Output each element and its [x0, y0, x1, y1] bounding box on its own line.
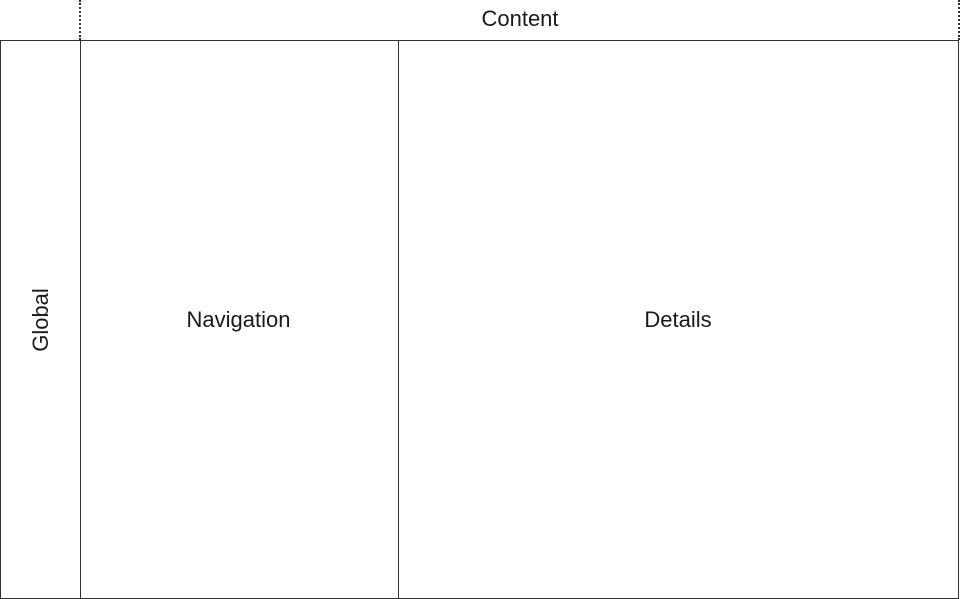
- content-label: Content: [481, 5, 559, 31]
- global-panel: Global: [0, 40, 81, 599]
- global-label: Global: [27, 287, 53, 352]
- navigation-panel: Navigation: [79, 40, 399, 599]
- navigation-label: Navigation: [186, 306, 291, 332]
- details-label: Details: [644, 306, 712, 332]
- details-panel: Details: [398, 40, 959, 599]
